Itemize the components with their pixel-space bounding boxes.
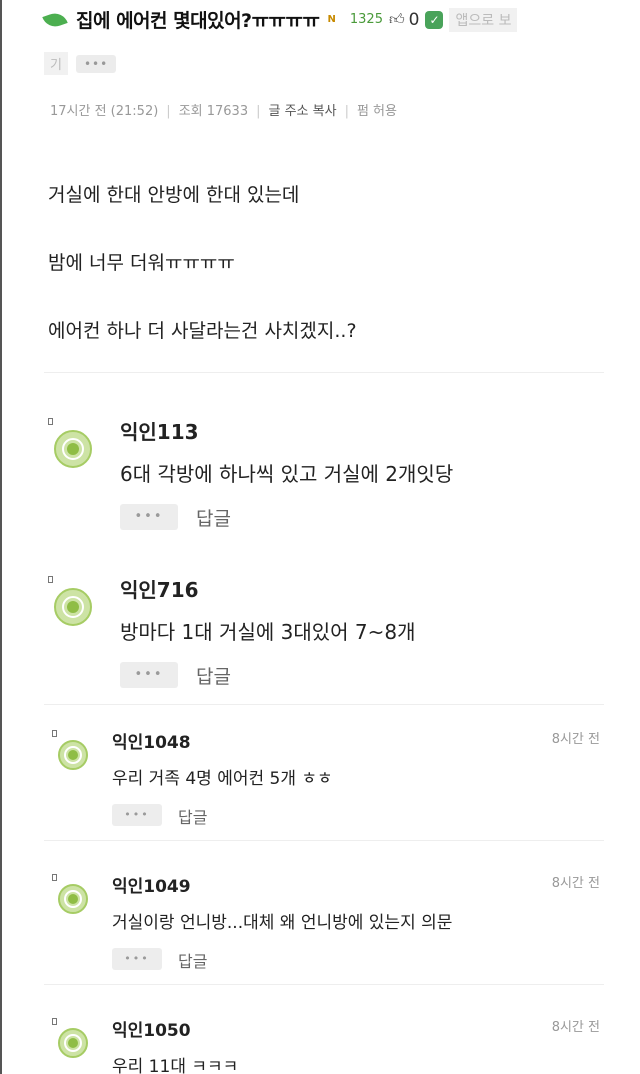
comment-text: 우리 11대 ㅋㅋㅋ <box>112 1057 239 1074</box>
divider <box>44 840 604 841</box>
commenter-name: 익인1050 <box>112 1021 191 1041</box>
post-title: 집에 에어컨 몇대있어?ㅠㅠㅠㅠ <box>76 10 320 32</box>
post-time: 17시간 전 (21:52) <box>50 104 159 119</box>
divider <box>44 704 604 705</box>
post-body-line: 거실에 한대 안방에 한대 있는데 <box>48 184 300 206</box>
comment-more-button[interactable]: ••• <box>120 662 178 688</box>
divider <box>44 984 604 985</box>
comment-time: 8시간 전 <box>551 732 600 747</box>
reply-button[interactable]: 답글 <box>196 662 231 689</box>
reply-button[interactable]: 답글 <box>196 504 231 531</box>
more-options-button[interactable]: ••• <box>75 54 117 73</box>
comment-text: 방마다 1대 거실에 3대있어 7~8개 <box>120 620 416 644</box>
pin-icon <box>52 874 57 881</box>
thumbs-up-icon[interactable]: 👍︎ <box>389 10 405 29</box>
post-views: 조회 17633 <box>178 104 249 119</box>
avatar <box>54 430 92 468</box>
comment-text: 거실이랑 언니방...대체 왜 언니방에 있는지 의문 <box>112 913 453 933</box>
post-header: 집에 에어컨 몇대있어?ㅠㅠㅠㅠ N 1325 👍︎ 0 ✓ 앱으로 보 <box>42 6 518 33</box>
comment-more-button[interactable]: ••• <box>120 504 178 530</box>
new-badge: N <box>327 14 336 25</box>
pin-icon <box>52 730 57 737</box>
commenter-name: 익인1048 <box>112 733 191 753</box>
divider <box>44 372 604 373</box>
comment-time: 8시간 전 <box>551 1020 600 1035</box>
pin-icon <box>52 1018 57 1025</box>
commenter-name: 익인1049 <box>112 877 191 897</box>
avatar <box>58 1028 88 1058</box>
app-check-icon[interactable]: ✓ <box>425 10 444 29</box>
avatar <box>58 740 88 770</box>
post-header-row2: 기 ••• <box>44 52 117 75</box>
comment-text: 우리 거족 4명 에어컨 5개 ㅎㅎ <box>112 769 333 789</box>
avatar <box>54 588 92 626</box>
comment-more-button[interactable]: ••• <box>112 804 162 826</box>
open-in-app-link-cont[interactable]: 기 <box>44 52 68 75</box>
avatar <box>58 884 88 914</box>
post-meta: 17시간 전 (21:52) | 조회 17633 | 글 주소 복사 | 펌 허용 <box>50 104 397 119</box>
reply-button[interactable]: 답글 <box>178 948 207 972</box>
comment-more-button[interactable]: ••• <box>112 948 162 970</box>
commenter-name: 익인113 <box>120 420 199 444</box>
like-count: 1325 <box>349 12 383 27</box>
comment-time: 8시간 전 <box>551 876 600 891</box>
pin-icon <box>48 576 53 583</box>
open-in-app-link[interactable]: 앱으로 보 <box>449 7 518 32</box>
commenter-name: 익인716 <box>120 578 199 602</box>
post-body-line: 에어컨 하나 더 사달라는건 사치겠지..? <box>48 320 357 342</box>
window-edge <box>0 0 2 1074</box>
comment-count: 0 <box>408 9 420 30</box>
share-permission: 펌 허용 <box>356 104 397 119</box>
post-body-line: 밤에 너무 더워ㅠㅠㅠㅠ <box>48 252 235 274</box>
reply-button[interactable]: 답글 <box>178 804 207 828</box>
pin-icon <box>48 418 53 425</box>
comment-text: 6대 각방에 하나씩 있고 거실에 2개잇당 <box>120 462 454 486</box>
copy-url-button[interactable]: 글 주소 복사 <box>269 104 337 119</box>
leaf-icon <box>42 9 68 30</box>
